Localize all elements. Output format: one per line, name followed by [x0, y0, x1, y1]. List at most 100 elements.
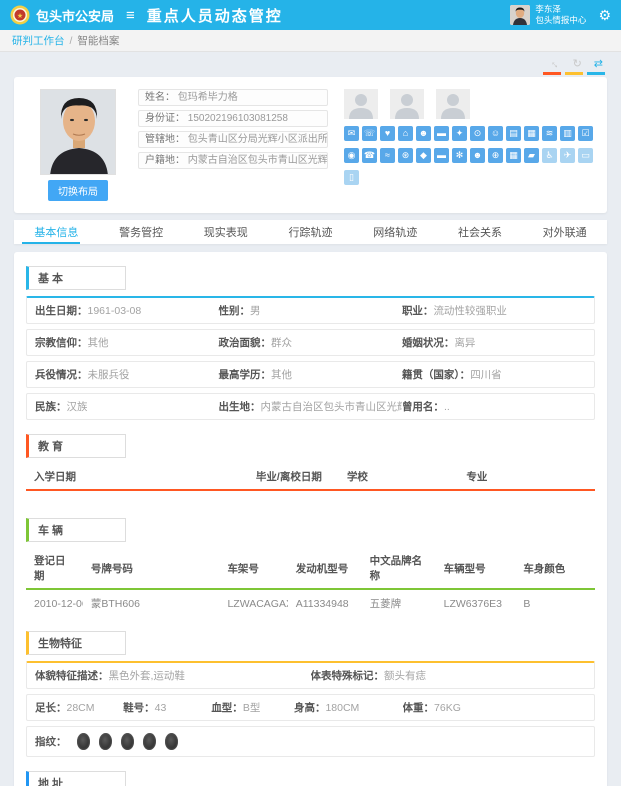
section-label-biometric: 生物特征	[26, 631, 126, 655]
user-dept: 包头情报中心	[535, 15, 586, 26]
field-value: 包玛希毕力格	[178, 92, 238, 103]
fingerprint-image	[98, 733, 112, 751]
education-column-header: 学校	[339, 464, 458, 490]
fingerprint-label: 指纹：	[35, 734, 67, 749]
info-cell: 政治面貌：群众	[218, 335, 401, 350]
vehicle-column-header: 车辆型号	[436, 548, 516, 589]
basic-row: 宗教信仰：其他政治面貌：群众婚姻状况：离异	[26, 329, 595, 356]
vehicle-cell: 蒙BTH606	[83, 589, 220, 617]
related-photos	[344, 89, 597, 119]
person-icon[interactable]: ☺	[488, 126, 503, 141]
info-cell: 宗教信仰：其他	[35, 335, 218, 350]
vehicle-cell: B	[515, 589, 595, 617]
section-label-address: 地 址	[26, 771, 126, 786]
settings-gear-icon[interactable]: ⚙	[598, 7, 611, 24]
profile-field: 姓名： 包玛希毕力格	[138, 89, 328, 106]
profile-card: 切换布局 姓名： 包玛希毕力格 身份证： 150202196103081258 …	[14, 77, 607, 213]
menu-toggle-icon[interactable]: ≡	[126, 7, 135, 24]
field-label: 管辖地：	[145, 134, 185, 145]
info-cell: 足长：28CM	[35, 700, 123, 715]
signal-icon[interactable]: ≈	[380, 148, 395, 163]
document-icon[interactable]: ▤	[506, 126, 521, 141]
profile-fields: 姓名： 包玛希毕力格 身份证： 150202196103081258 管辖地： …	[138, 89, 328, 201]
vehicle-column-header: 发动机型号	[288, 548, 362, 589]
education-icon[interactable]: ✦	[452, 126, 467, 141]
police-badge-logo: ★	[10, 5, 30, 25]
info-cell: 籍贯（国家）：四川省	[402, 367, 585, 382]
chat-icon[interactable]: ✉	[344, 126, 359, 141]
refresh-icon[interactable]: ↻	[573, 57, 582, 70]
breadcrumb-separator: /	[70, 35, 73, 47]
info-cell: 婚姻状况：离异	[402, 335, 585, 350]
education-column-header: 专业	[458, 464, 595, 490]
fingerprint-row: 指纹：	[26, 726, 595, 757]
tab[interactable]: 警务管控	[99, 220, 184, 244]
telephone-icon[interactable]: ☎	[362, 148, 377, 163]
fingerprint-image	[77, 733, 90, 750]
bank-icon[interactable]: ▥	[560, 126, 575, 141]
wifi-icon[interactable]: ≋	[542, 126, 557, 141]
field-label: 姓名：	[145, 92, 175, 103]
card-toolbar: ↔ ↻ ⇄	[0, 52, 621, 70]
user-avatar[interactable]	[510, 5, 530, 25]
trash-icon[interactable]: ▯	[344, 170, 359, 185]
info-cell: 兵役情况：未服兵役	[35, 367, 218, 382]
collapse-icon[interactable]: ⇄	[594, 57, 603, 70]
info-cell: 鞋号：43	[123, 700, 211, 715]
card-icon[interactable]: ▦	[506, 148, 521, 163]
tab[interactable]: 现实表现	[183, 220, 268, 244]
section-label-basic: 基 本	[26, 266, 126, 290]
vehicle-column-header: 车身颜色	[515, 548, 595, 589]
task-icon[interactable]: ☑	[578, 126, 593, 141]
basic-row: 出生日期：1961-03-08性别：男职业：流动性较强职业	[26, 296, 595, 324]
contact-icon[interactable]: ☻	[470, 148, 485, 163]
entertainment-icon[interactable]: ♿	[542, 148, 557, 163]
svg-text:★: ★	[17, 12, 23, 20]
data-source-icons-row-2: ◉☎≈⊛◆▬✻☻⊕▦▰♿✈▭	[344, 148, 597, 163]
data-source-icons-row-3: ▯	[344, 170, 597, 185]
gear-small-icon[interactable]: ✻	[452, 148, 467, 163]
breadcrumb-parent[interactable]: 研判工作台	[12, 33, 65, 48]
car-alert-icon[interactable]: ⊕	[488, 148, 503, 163]
phone-call-icon[interactable]: ☏	[362, 126, 377, 141]
section-label-vehicle: 车 辆	[26, 518, 126, 542]
basic-row: 兵役情况：未服兵役最高学历：其他籍贯（国家）：四川省	[26, 361, 595, 388]
info-cell: 体重：76KG	[403, 700, 586, 715]
tab[interactable]: 基本信息	[14, 220, 99, 244]
vehicle-column-header: 车架号	[219, 548, 287, 589]
vehicle-column-header: 号牌号码	[83, 548, 220, 589]
taxi-icon[interactable]: ⊛	[398, 148, 413, 163]
home-icon[interactable]: ⌂	[398, 126, 413, 141]
heart-icon[interactable]: ♥	[380, 126, 395, 141]
tag-icon[interactable]: ◆	[416, 148, 431, 163]
legend-bar-blue	[587, 72, 605, 75]
biometric-row: 足长：28CM鞋号：43血型：B型身高：180CM体重：76KG	[26, 694, 595, 721]
image-icon[interactable]: ▦	[524, 126, 539, 141]
lodging-icon[interactable]: ▬	[434, 148, 449, 163]
vehicle-cell: 2010-12-06	[26, 589, 83, 617]
biometric-row: 体貌特征描述：黑色外套,运动鞋体表特殊标记：额头有痣	[26, 661, 595, 689]
vehicle-icon[interactable]: ⊙	[470, 126, 485, 141]
truck-icon[interactable]: ▰	[524, 148, 539, 163]
switch-layout-button[interactable]: 切换布局	[48, 180, 108, 201]
tab-bar: 基本信息警务管控现实表现行踪轨迹网络轨迹社会关系对外联通	[14, 220, 607, 244]
bus-icon[interactable]: ▭	[578, 148, 593, 163]
tab[interactable]: 社会关系	[438, 220, 523, 244]
user-name: 李东泽	[535, 4, 586, 15]
tab[interactable]: 对外联通	[522, 220, 607, 244]
hotel-icon[interactable]: ▬	[434, 126, 449, 141]
flight-icon[interactable]: ✈	[560, 148, 575, 163]
main-content-card: 基 本 出生日期：1961-03-08性别：男职业：流动性较强职业 宗教信仰：其…	[14, 252, 607, 786]
profile-field: 户籍地： 内蒙古自治区包头市青山区光辉小区(二区)-1-86	[138, 152, 328, 169]
tab[interactable]: 网络轨迹	[353, 220, 438, 244]
field-value: 包头青山区分局光辉小区派出所	[188, 134, 328, 145]
tab[interactable]: 行踪轨迹	[268, 220, 353, 244]
education-column-header: 毕业/离校日期	[248, 464, 339, 490]
vehicle-column-header: 中文品牌名称	[362, 548, 436, 589]
fingerprint-image	[165, 733, 178, 750]
family-icon[interactable]: ☻	[416, 126, 431, 141]
camera-icon[interactable]: ◉	[344, 148, 359, 163]
section-label-education: 教 育	[26, 434, 126, 458]
info-cell: 职业：流动性较强职业	[402, 303, 585, 318]
breadcrumb-current: 智能档案	[77, 33, 119, 48]
